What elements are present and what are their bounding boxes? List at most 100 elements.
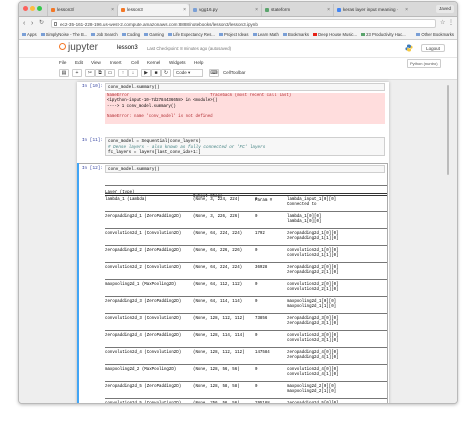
keyboard-icon[interactable]: ⌨ [209,69,219,77]
connected-to: convolution2d_4[1][0] [287,373,339,378]
menu-file[interactable]: File [59,58,66,68]
divider [105,296,387,297]
bookmark-gaming[interactable]: Gaming [144,30,164,39]
close-tab-icon[interactable]: × [183,4,186,16]
bookmark-apps[interactable]: Apps [22,30,37,39]
page-info-icon [54,22,57,26]
bookmark-simplynoise[interactable]: SimplyNoise - The B... [40,30,87,39]
param-count: 147584 [255,351,270,355]
divider [105,245,387,246]
url-field[interactable]: ec2-35-161-228-196.us-west-2.compute.ama… [51,19,436,28]
bookmark-other[interactable]: Other Bookmarks [416,30,454,39]
selected-cell-indicator [77,163,79,403]
header-param: Param # [255,199,273,203]
param-count: 0 [255,334,258,338]
menu-insert[interactable]: Insert [110,58,122,68]
bookmark-life-expectancy[interactable]: Life Expectancy Res... [168,30,215,39]
connected-to: maxpooling2d_1[1][0] [287,305,337,310]
folder-icon [252,33,257,37]
param-count: 0 [255,300,258,304]
output-shape: (None, 3, 226, 226) [193,215,240,219]
page-scrollbar-thumb[interactable] [447,85,449,175]
run-icon[interactable]: ▶ [141,69,151,77]
zoom-window-button[interactable] [37,6,42,11]
output-shape: (None, 64, 114, 114) [193,300,243,304]
save-icon[interactable]: ▤ [59,69,69,77]
stop-icon[interactable]: ■ [151,69,161,77]
menu-view[interactable]: View [91,58,101,68]
cut-icon[interactable]: ✂ [85,69,95,77]
apps-icon [22,33,26,37]
notebook-title[interactable]: lesson3 [117,44,138,52]
layer-name: convolution2d_1 (Convolution2D) [105,232,182,236]
bookmark-learn-math[interactable]: Learn Math [252,30,279,39]
layer-name: maxpooling2d_1 (MaxPooling2D) [105,283,177,287]
cell-prompt: In [11]: [81,138,103,143]
insert-cell-icon[interactable]: + [72,69,82,77]
connected-to: maxpooling2d_2[0][0] [287,385,337,389]
menu-edit[interactable]: Edit [75,58,83,68]
menu-cell[interactable]: Cell [131,58,139,68]
restart-icon[interactable]: ↻ [161,69,171,77]
back-arrow-icon[interactable]: ‹ [23,19,25,28]
close-window-button[interactable] [23,6,28,11]
move-down-icon[interactable]: ↓ [128,69,138,77]
paste-icon[interactable]: ▭ [105,69,115,77]
tab-vgg16-py[interactable]: vgg16.py × [189,4,261,16]
tab-lesson3-notebook[interactable]: lesson3 × [117,4,189,16]
close-tab-icon[interactable]: × [327,4,330,16]
bookmark-bookmarks[interactable]: Bookmarks [282,30,309,39]
tab-keras-search[interactable]: keras layer input meaning · × [333,4,411,16]
cell-prompt: In [12]: [81,166,103,171]
param-count: 36928 [255,266,268,270]
bookmark-star-icon[interactable]: ☆ [440,19,445,28]
tab-stateform[interactable]: stateform × [261,4,333,16]
logout-button[interactable]: Logout [421,44,445,52]
bookmark-job-search[interactable]: Job Search [91,30,118,39]
menu-kernel[interactable]: Kernel [147,58,160,68]
connected-to: zeropadding2d_3[1][0] [287,322,339,327]
menu-icon[interactable]: ⋮ [448,19,454,28]
bookmark-deep-house[interactable]: Deep House Music... [313,30,357,39]
output-shape: (None, 64, 226, 226) [193,249,243,253]
profile-button[interactable]: Javed [435,5,454,13]
code-cell-input[interactable]: conv_model.summary() [105,83,385,91]
connected-to: lambda_1[0][0] [287,215,322,219]
code-cell-input[interactable]: conv_model = Sequential(conv_layers) # D… [105,137,385,156]
layer-name: convolution2d_5 (Convolution2D) [105,402,181,403]
bookmarks-bar: Apps SimplyNoise - The B... Job Search C… [19,30,457,40]
menu-widgets[interactable]: Widgets [169,58,186,68]
bookmark-productivity[interactable]: 23 Productivity Hac... [361,30,406,39]
close-tab-icon[interactable]: × [255,4,258,16]
folder-icon [282,33,287,37]
cell-type-select[interactable]: Code ▾ [173,69,203,77]
output-shape: (None, 64, 224, 224) [193,266,243,270]
bookmark-coding[interactable]: Coding [121,30,140,39]
close-tab-icon[interactable]: × [111,4,114,16]
output-shape: (None, 64, 112, 112) [193,283,243,287]
tab-label: lesson3/ [57,7,75,12]
layer-name: zeropadding2d_4 (ZeroPadding2D) [105,334,182,338]
celltoolbar-label: CellToolbar [223,70,246,75]
close-tab-icon[interactable]: × [405,4,408,16]
output-shape: (None, 128, 114, 114) [193,334,245,338]
minimize-window-button[interactable] [30,6,35,11]
connected-to: convolution2d_3[1][0] [287,339,339,344]
bookmark-project-ideas[interactable]: Project Ideas [218,30,248,39]
menu-help[interactable]: Help [194,58,203,68]
summary-header-row: Layer (type) Output Shape Param # Connec… [105,187,387,211]
layer-name: zeropadding2d_2 (ZeroPadding2D) [105,249,182,253]
folder-icon [218,33,223,37]
forward-arrow-icon[interactable]: › [31,19,33,28]
connected-to: convolution2d_2[1][0] [287,288,339,293]
jupyter-logo[interactable]: jupyter [59,43,98,53]
tab-lesson3-dir[interactable]: lesson3/ × [47,4,117,16]
error-output: NameError Traceback (most recent call la… [105,93,385,124]
param-count: 0 [255,283,258,287]
move-up-icon[interactable]: ↑ [118,69,128,77]
google-favicon-icon [337,8,341,12]
param-count: 0 [255,215,258,219]
reload-icon[interactable]: ↻ [39,19,44,28]
code-cell-input[interactable]: conv_model.summary() [105,165,385,173]
copy-icon[interactable]: ⧉ [95,69,105,77]
